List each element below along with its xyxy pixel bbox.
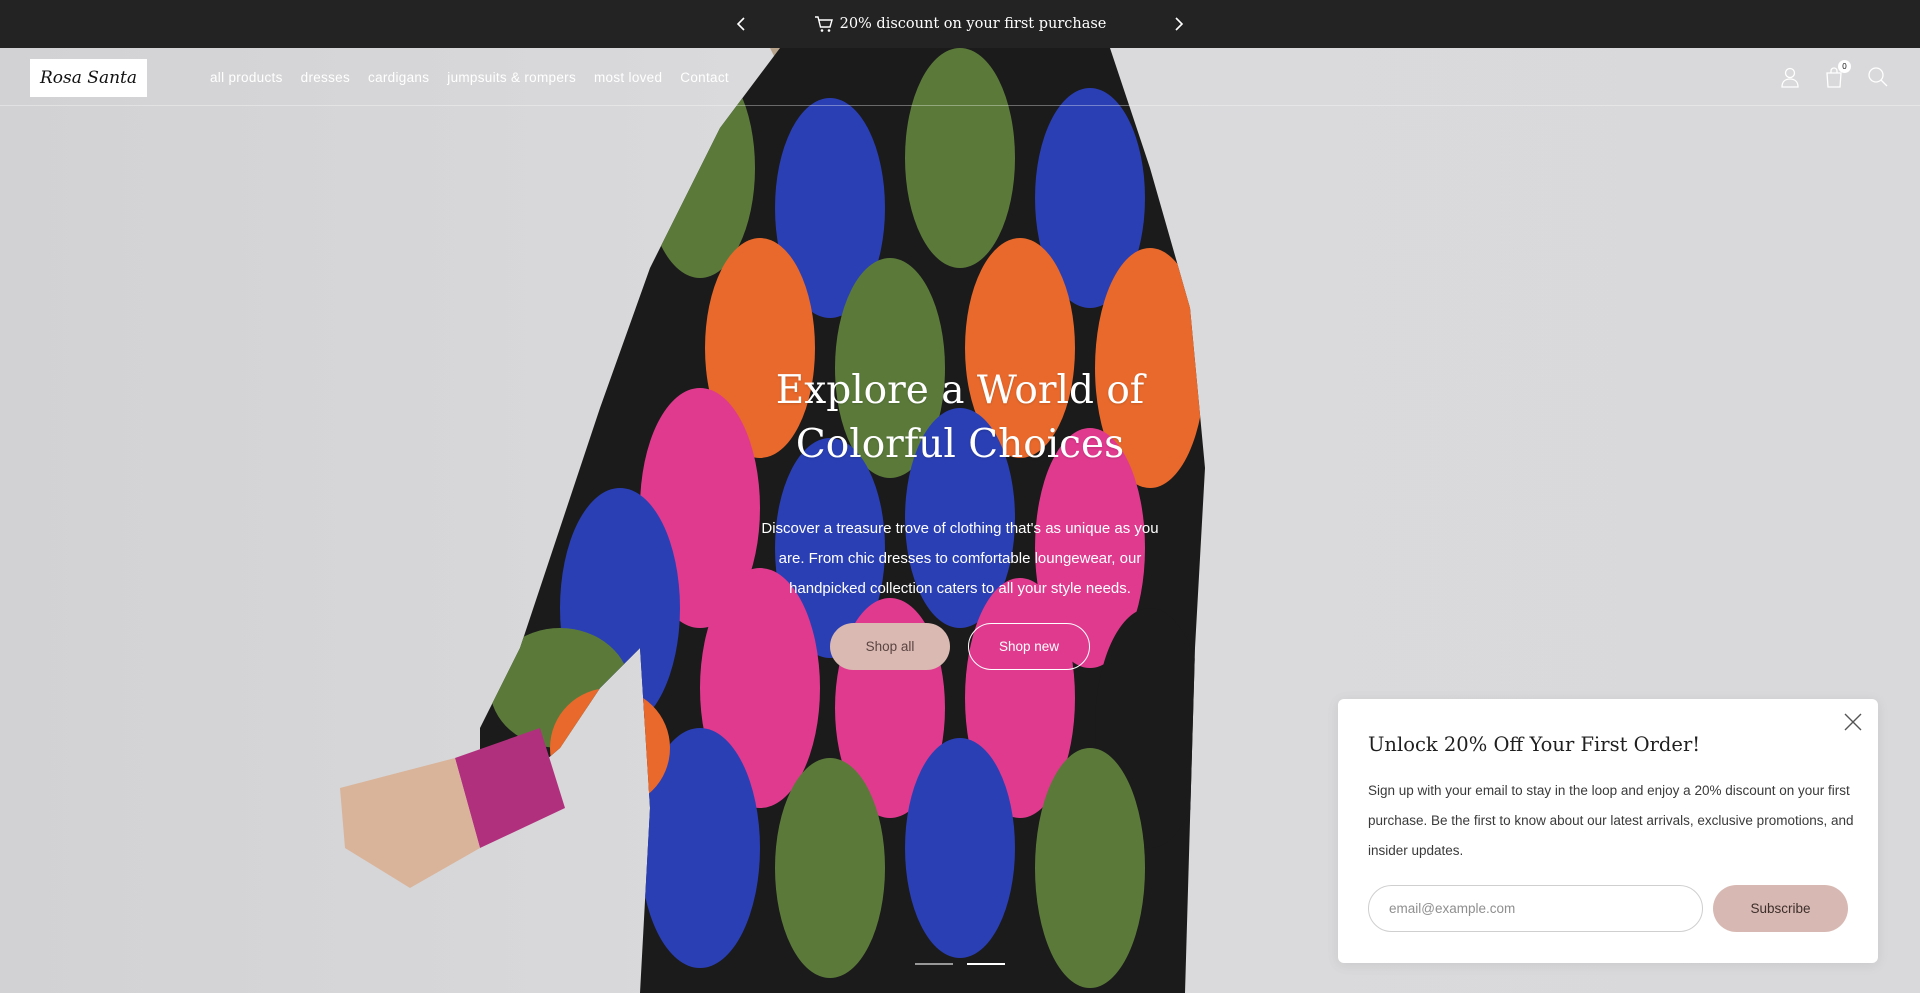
main-nav: all products dresses cardigans jumpsuits… [210,48,729,106]
account-button[interactable] [1778,65,1802,89]
subscribe-button[interactable]: Subscribe [1713,885,1848,932]
slide-indicators [915,963,1005,965]
cart-icon [814,16,833,32]
site-header: Rosa Santa all products dresses cardigan… [0,48,1920,106]
announcement-message: 20% discount on your first purchase [814,15,1107,33]
hero-description: Discover a treasure trove of clothing th… [761,520,1159,597]
announcement-text: 20% discount on your first purchase [839,16,1107,32]
announcement-next-button[interactable] [1164,0,1194,48]
cart-count-badge: 0 [1838,60,1851,73]
hero-title: Explore a World of Colorful Choices [760,364,1160,472]
chevron-left-icon [736,17,745,31]
nav-item-contact[interactable]: Contact [680,70,729,85]
chevron-right-icon [1175,17,1184,31]
popup-body: Sign up with your email to stay in the l… [1368,783,1854,858]
nav-item-most-loved[interactable]: most loved [594,70,662,85]
user-icon [1781,67,1799,88]
nav-item-cardigans[interactable]: cardigans [368,70,429,85]
newsletter-popup: Unlock 20% Off Your First Order! Sign up… [1338,699,1878,963]
shop-all-button[interactable]: Shop all [830,623,950,670]
hero-title-line1: Explore a World of [775,368,1145,413]
shop-new-button[interactable]: Shop new [968,623,1090,670]
header-icons: 0 [1778,48,1890,106]
popup-title: Unlock 20% Off Your First Order! [1368,733,1701,756]
email-field[interactable] [1368,885,1703,932]
nav-item-dresses[interactable]: dresses [301,70,350,85]
cart-button[interactable]: 0 [1822,60,1851,89]
search-icon [1868,67,1888,87]
nav-item-jumpsuits-rompers[interactable]: jumpsuits & rompers [447,70,576,85]
announcement-bar: 20% discount on your first purchase [0,0,1920,48]
nav-item-all-products[interactable]: all products [210,70,283,85]
brand-logo[interactable]: Rosa Santa [30,59,147,97]
slide-dot-1[interactable] [915,963,953,965]
logo-text: Rosa Santa [40,68,137,88]
close-icon [1844,713,1862,731]
popup-close-button[interactable] [1842,711,1864,733]
hero-title-line2: Colorful Choices [795,422,1125,467]
slide-dot-2[interactable] [967,963,1005,965]
search-button[interactable] [1866,65,1890,89]
announcement-prev-button[interactable] [726,0,756,48]
